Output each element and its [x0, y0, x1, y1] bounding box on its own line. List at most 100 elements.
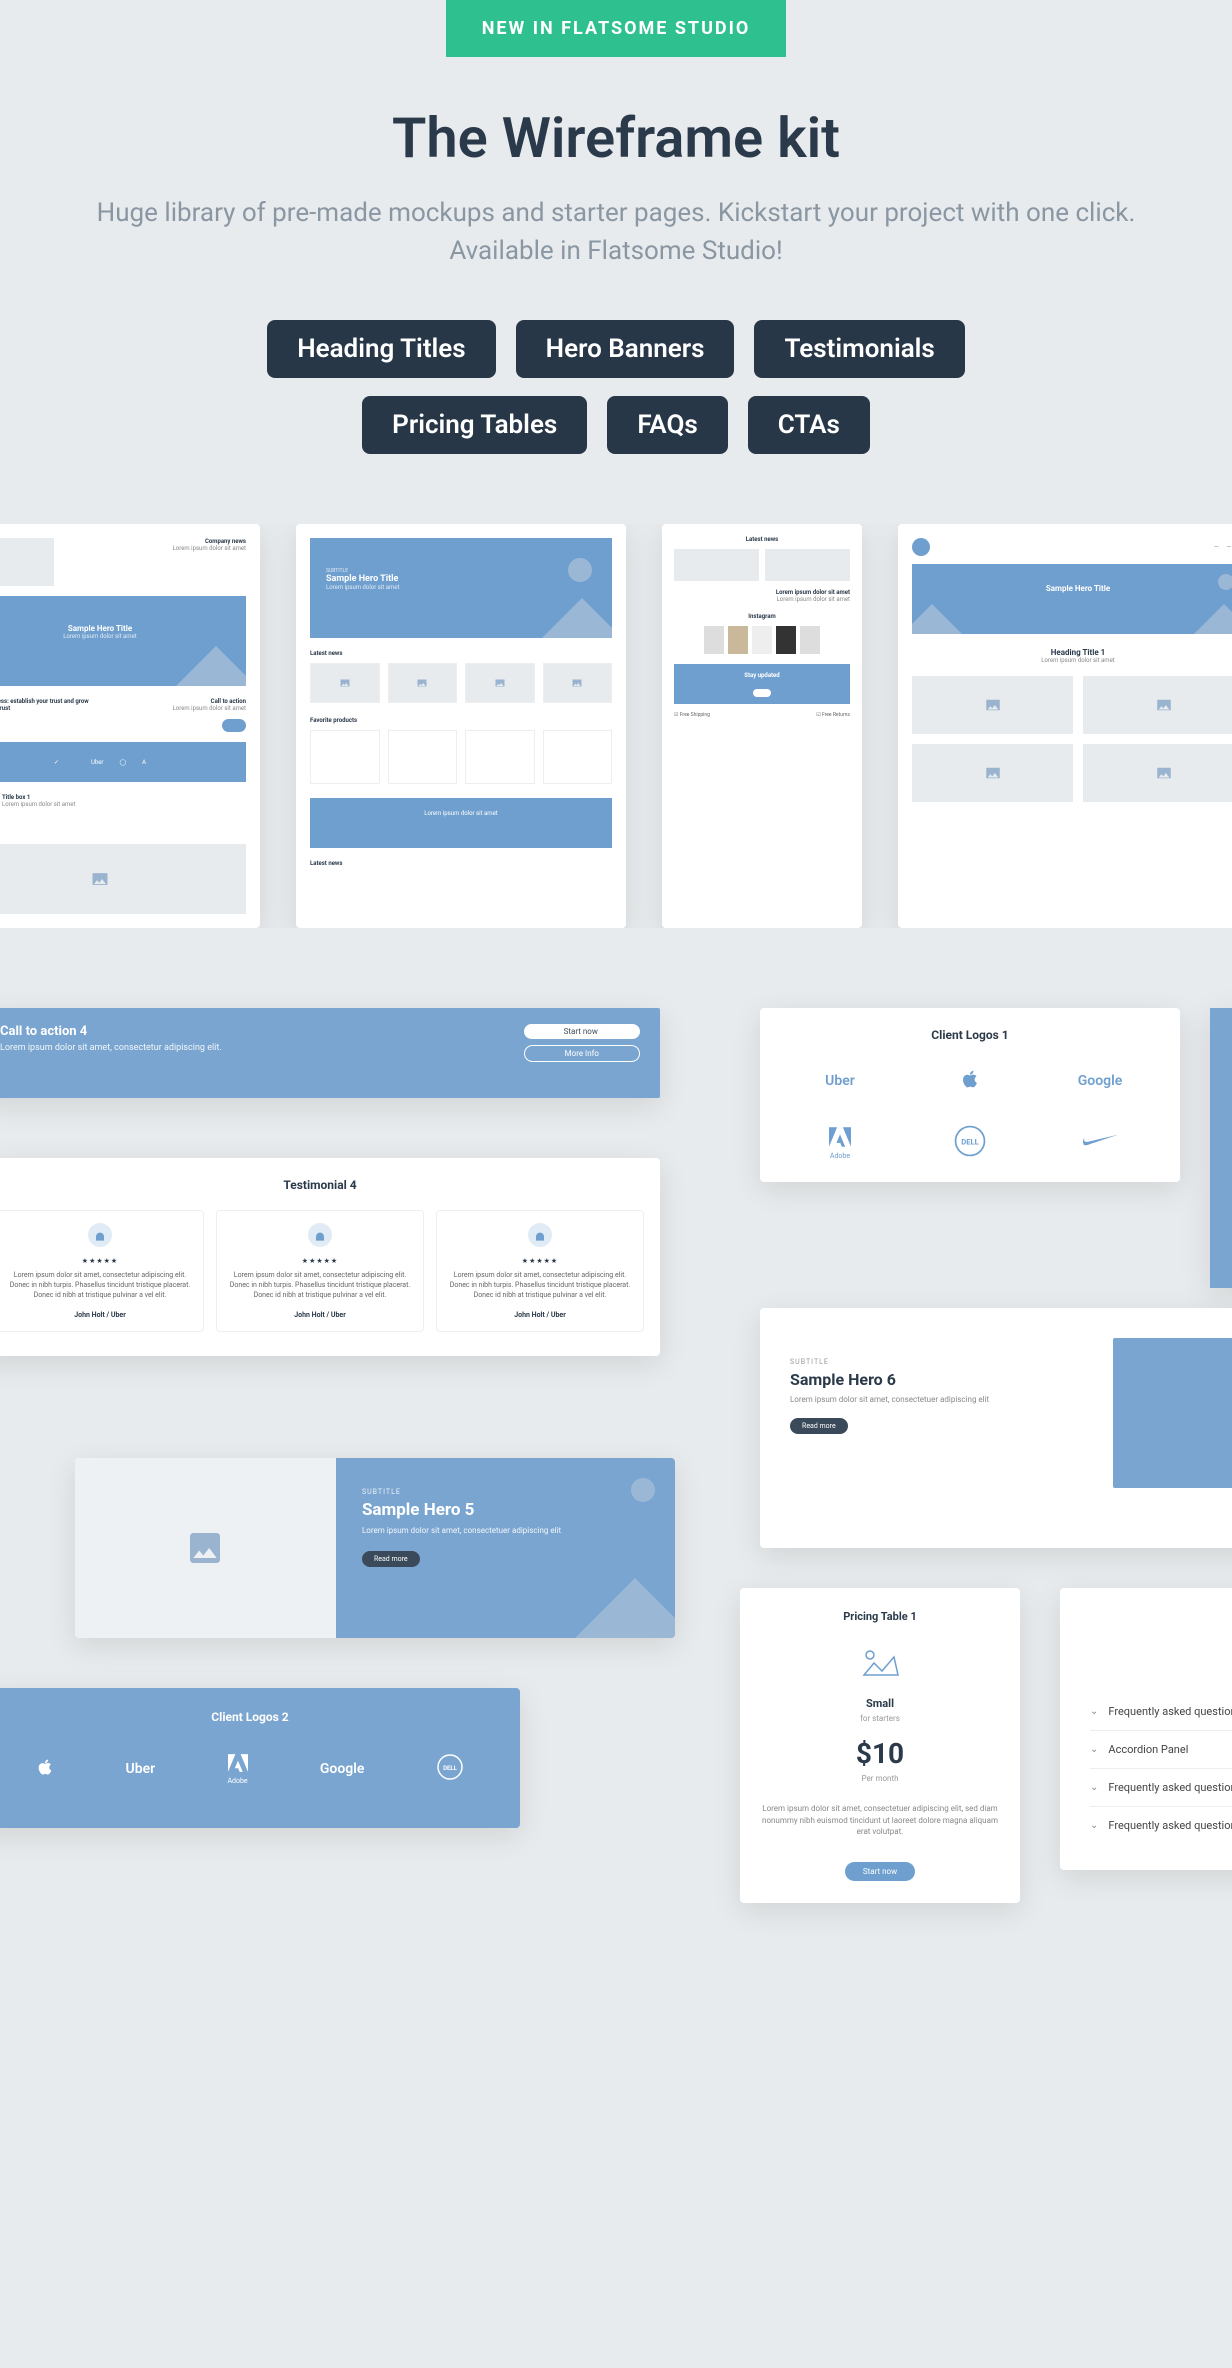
chevron-down-icon: ⌄ — [1090, 1820, 1098, 1831]
logo-nike-icon — [1080, 1133, 1120, 1153]
hero5-read-more-button[interactable]: Read more — [362, 1551, 420, 1567]
hero6-read-more-button[interactable]: Read more — [790, 1418, 848, 1434]
cta4-sub: Lorem ipsum dolor sit amet, consectetur … — [0, 1043, 222, 1053]
pricing1-start-button[interactable]: Start now — [845, 1862, 915, 1881]
faq-item[interactable]: ⌄Frequently asked question 1 — [1090, 1693, 1232, 1731]
faqs3-title: FAQs 3 — [1090, 1614, 1232, 1630]
logo-adobe-icon: Adobe — [226, 1753, 250, 1785]
label-sample-hero-title: Sample Hero Title — [0, 624, 246, 633]
image-placeholder — [75, 1458, 336, 1638]
pricing1-plan: Small — [762, 1697, 998, 1710]
star-rating: ★★★★★ — [227, 1257, 413, 1265]
page-subtitle: Huge library of pre-made mockups and sta… — [86, 195, 1146, 270]
wireframe-client-logos-2[interactable]: Client Logos 2 Uber Adobe Google DELL — [0, 1688, 520, 1828]
pill-hero-banners[interactable]: Hero Banners — [516, 320, 735, 378]
logo-adobe-icon: Adobe — [827, 1126, 853, 1160]
testimonial-card: ★★★★★ Lorem ipsum dolor sit amet, consec… — [216, 1210, 424, 1331]
cta4-start-button[interactable]: Start now — [524, 1024, 640, 1039]
logo-google: Google — [1078, 1073, 1123, 1089]
label-latest-news: Latest news — [310, 650, 612, 657]
label-instagram: Instagram — [674, 613, 850, 620]
avatar-icon — [308, 1223, 332, 1247]
testimonial-card: ★★★★★ Lorem ipsum dolor sit amet, consec… — [0, 1210, 204, 1331]
logo-dell-icon: ◯ — [119, 759, 126, 766]
pricing1-title: Pricing Table 1 — [762, 1610, 998, 1623]
testimonial-card: ★★★★★ Lorem ipsum dolor sit amet, consec… — [436, 1210, 644, 1331]
wireframe-cta-4[interactable]: Call to action 4 Lorem ipsum dolor sit a… — [0, 1008, 660, 1098]
wireframe-testimonial-4[interactable]: Testimonial 4 ★★★★★ Lorem ipsum dolor si… — [0, 1158, 660, 1355]
logo-google: Google — [320, 1761, 365, 1777]
label-free-returns: ☑ Free Returns — [816, 712, 850, 718]
label-free-shipping: ☑ Free Shipping — [674, 712, 710, 718]
pill-faqs[interactable]: FAQs — [607, 396, 727, 454]
pill-ctas[interactable]: CTAs — [748, 396, 870, 454]
chevron-down-icon: ⌄ — [1090, 1782, 1098, 1793]
client-logos-1-title: Client Logos 1 — [780, 1028, 1160, 1042]
hero5-desc: Lorem ipsum dolor sit amet, consectetuer… — [362, 1526, 649, 1535]
pill-testimonials[interactable]: Testimonials — [754, 320, 964, 378]
template-card-2[interactable]: SUBTITLE Sample Hero Title Lorem ipsum d… — [296, 524, 626, 928]
illustration-icon — [762, 1647, 998, 1683]
category-pills: Heading Titles Hero Banners Testimonials — [0, 320, 1232, 378]
hero2-desc: Lorem ipsum dolor sit amet, consectetuer… — [1210, 1095, 1232, 1105]
wireframe-pricing-table-1[interactable]: Pricing Table 1 Small for starters $10 P… — [740, 1588, 1020, 1903]
logo-uber: Uber — [126, 1761, 156, 1777]
cta4-more-button[interactable]: More Info — [524, 1045, 640, 1062]
wireframe-faqs-3[interactable]: FAQs 3 SHIPPING PAYMENTS RETURNS ⌄Freque… — [1060, 1588, 1232, 1870]
new-badge: NEW IN FLATSOME STUDIO — [446, 0, 787, 57]
label-call-to-action: Call to action — [105, 698, 246, 705]
hero6-desc: Lorem ipsum dolor sit amet, consectetuer… — [790, 1395, 1083, 1404]
avatar-icon — [88, 1223, 112, 1247]
hero6-title: Sample Hero 6 — [790, 1370, 1083, 1389]
avatar-icon — [528, 1223, 552, 1247]
wireframe-sample-hero-5[interactable]: SUBTITLE Sample Hero 5 Lorem ipsum dolor… — [75, 1458, 675, 1638]
template-card-1[interactable]: Company news Lorem ipsum dolor sit amet … — [0, 524, 260, 928]
star-rating: ★★★★★ — [447, 1257, 633, 1265]
pricing1-per: Per month — [762, 1774, 998, 1783]
faq-item[interactable]: ⌄Frequently asked question 3 — [1090, 1807, 1232, 1844]
template-gallery: Company news Lorem ipsum dolor sit amet … — [0, 524, 1232, 928]
page-header: NEW IN FLATSOME STUDIO The Wireframe kit… — [0, 0, 1232, 454]
label-heading-title-1: Heading Title 1 — [912, 648, 1232, 657]
hero2-subtitle: SUBTITLE — [1210, 1048, 1232, 1057]
button-mini[interactable] — [222, 719, 246, 732]
logo-dell-icon: DELL — [435, 1752, 465, 1786]
wireframe-sample-hero-2[interactable]: SUBTITLE Sample Hero 2 Lorem ipsum dolor… — [1210, 1008, 1232, 1288]
hero2-title: Sample Hero 2 — [1210, 1063, 1232, 1087]
pill-heading-titles[interactable]: Heading Titles — [267, 320, 495, 378]
chevron-down-icon: ⌄ — [1090, 1706, 1098, 1717]
hero5-title: Sample Hero 5 — [362, 1500, 649, 1520]
logo-dell-icon: DELL — [953, 1124, 987, 1162]
label-company-news: Company news — [64, 538, 246, 545]
star-rating: ★★★★★ — [7, 1257, 193, 1265]
template-card-3[interactable]: Latest news Lorem ipsum dolor sit amet L… — [662, 524, 862, 928]
label-latest-news: Latest news — [674, 536, 850, 543]
template-card-4[interactable]: ——— Sample Hero Title Heading Title 1 Lo… — [898, 524, 1232, 928]
chevron-down-icon: ⌄ — [1090, 1744, 1098, 1755]
logo-apple-icon — [35, 1755, 55, 1783]
label-sample-hero-title: Sample Hero Title — [326, 574, 596, 584]
page-title: The Wireframe kit — [0, 105, 1232, 171]
wireframe-sample-hero-6[interactable]: SUBTITLE Sample Hero 6 Lorem ipsum dolor… — [760, 1308, 1232, 1548]
pricing1-desc: Lorem ipsum dolor sit amet, consectetuer… — [762, 1803, 998, 1837]
faq-item[interactable]: ⌄Accordion Panel — [1090, 1731, 1232, 1769]
pricing1-for: for starters — [762, 1714, 998, 1723]
image-placeholder — [1113, 1338, 1232, 1488]
logo-uber: Uber — [91, 759, 103, 766]
pill-pricing-tables[interactable]: Pricing Tables — [362, 396, 587, 454]
faq-item[interactable]: ⌄Frequently asked question 2 — [1090, 1769, 1232, 1807]
cta4-title: Call to action 4 — [0, 1024, 222, 1039]
label-title-box: Title box 1 — [2, 794, 246, 801]
wireframe-client-logos-1[interactable]: Client Logos 1 Uber Google Adobe DELL — [760, 1008, 1180, 1182]
testimonial4-title: Testimonial 4 — [0, 1178, 644, 1192]
svg-text:DELL: DELL — [961, 1138, 979, 1147]
hero5-subtitle: SUBTITLE — [362, 1488, 649, 1496]
logo-uber: Uber — [825, 1073, 855, 1089]
pricing1-price: $10 — [762, 1737, 998, 1770]
label-grow-business: Grow your business: establish your trust… — [0, 698, 95, 712]
logo-nike-icon: ✓ — [54, 759, 59, 766]
svg-text:DELL: DELL — [443, 1765, 458, 1772]
label-stay-updated: Stay updated — [674, 672, 850, 679]
client-logos-2-title: Client Logos 2 — [0, 1710, 500, 1724]
hero6-subtitle: SUBTITLE — [790, 1358, 1083, 1366]
